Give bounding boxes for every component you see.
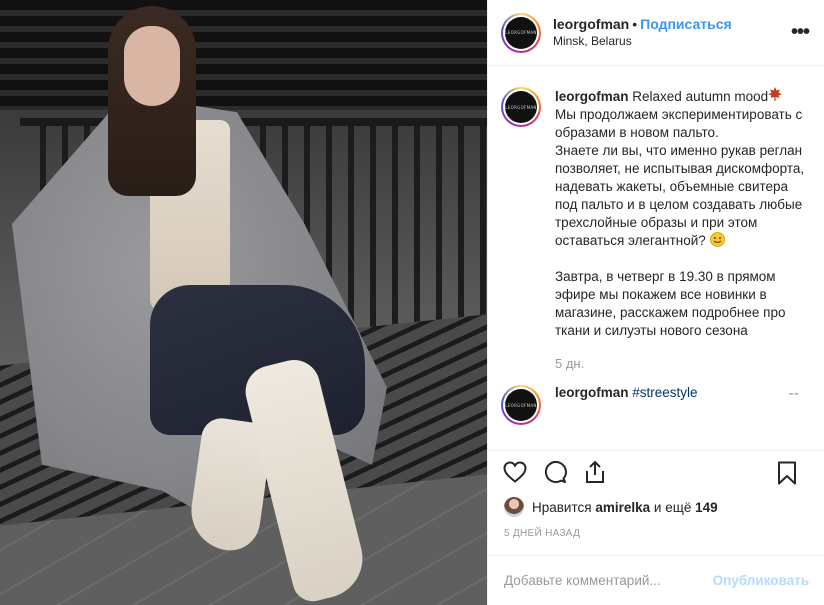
caption: LEORGOFMAN leorgofman Relaxed autumn moo… (501, 87, 809, 340)
comment-text: leorgofman #streestyle (555, 385, 698, 425)
caption-username[interactable]: leorgofman (555, 89, 629, 104)
model-face (124, 26, 180, 106)
follow-button[interactable]: Подписаться (640, 16, 732, 32)
maple-leaf-icon (768, 87, 783, 104)
avatar-logo-text: LEORGOFMAN (505, 104, 537, 110)
header-meta: leorgofman • Подписаться Minsk, Belarus (553, 16, 732, 50)
post-date[interactable]: 5 ДНЕЙ НАЗАД (504, 528, 580, 539)
publish-button[interactable]: Опубликовать (713, 573, 809, 588)
comment-item: LEORGOFMAN leorgofman #streestyle -- (501, 385, 809, 425)
caption-paragraph-3: Завтра, в четверг в 19.30 в прямом эфире… (555, 269, 786, 338)
avatar-logo-text: LEORGOFMAN (505, 30, 537, 35)
smiling-face-icon (709, 232, 725, 247)
comment-avatar[interactable]: LEORGOFMAN (501, 385, 541, 425)
comments-list[interactable]: LEORGOFMAN leorgofman Relaxed autumn moo… (488, 67, 824, 450)
bookmark-icon[interactable] (773, 459, 801, 487)
post-side-panel: LEORGOFMAN leorgofman • Подписаться Minsk,… (487, 0, 824, 605)
post-header: LEORGOFMAN leorgofman • Подписаться Minsk,… (488, 0, 824, 66)
liker-avatar[interactable] (504, 497, 524, 517)
action-bar (488, 450, 824, 492)
likes-middle: и ещё (653, 499, 692, 515)
caption-paragraph-1: Relaxed autumn mood (632, 89, 769, 104)
bench-rail (20, 118, 487, 126)
avatar-logo-text: LEORGOFMAN (505, 402, 537, 408)
caption-timestamp[interactable]: 5 дн. (555, 356, 809, 371)
comment-username[interactable]: leorgofman (555, 385, 629, 400)
liker-username[interactable]: amirelka (595, 500, 650, 515)
comment-trailing: -- (788, 385, 799, 402)
location-link[interactable]: Minsk, Belarus (553, 33, 732, 50)
heart-icon[interactable] (501, 458, 529, 486)
post-photo[interactable] (0, 0, 487, 605)
author-avatar[interactable]: LEORGOFMAN (501, 12, 541, 53)
likes-summary: Нравится amirelka и ещё 149 (504, 497, 718, 517)
background-bench (0, 0, 487, 110)
separator-dot: • (632, 15, 638, 32)
more-options-button[interactable]: ••• (791, 22, 810, 42)
add-comment-bar: Опубликовать (488, 555, 824, 605)
comment-input[interactable] (504, 573, 713, 588)
comment-icon[interactable] (541, 458, 569, 486)
caption-text: leorgofman Relaxed autumn mood Мы продол… (555, 87, 809, 340)
likes-count[interactable]: 149 (695, 500, 718, 515)
likes-prefix: Нравится (532, 499, 592, 515)
share-icon[interactable] (581, 458, 609, 486)
author-username[interactable]: leorgofman (553, 16, 629, 32)
hashtag-link[interactable]: #streestyle (632, 385, 697, 400)
caption-avatar[interactable]: LEORGOFMAN (501, 87, 541, 127)
caption-paragraph-2: Мы продолжаем экспериментировать с образ… (555, 107, 805, 248)
